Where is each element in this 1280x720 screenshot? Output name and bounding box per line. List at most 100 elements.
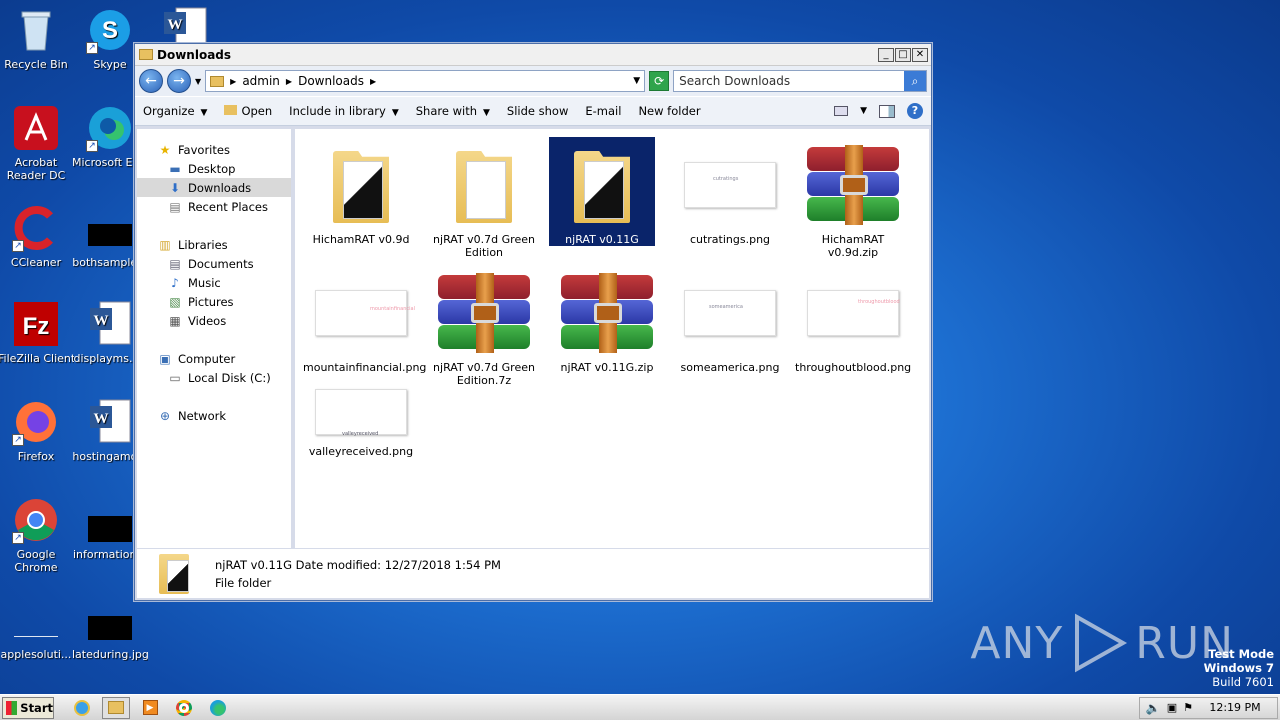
minimize-button[interactable]: _	[878, 47, 894, 62]
acrobat-icon	[12, 104, 60, 152]
taskbar-edge[interactable]	[204, 697, 232, 719]
volume-icon[interactable]: 🔈	[1146, 701, 1161, 715]
help-icon[interactable]: ?	[907, 103, 923, 119]
recent-pages-chevron-icon[interactable]: ▼	[195, 77, 201, 86]
desktop-icon-acrobat[interactable]: Acrobat Reader DC	[0, 104, 74, 182]
file-item-png[interactable]: mountainfinancial mountainfinancial.png	[303, 265, 426, 374]
nav-documents[interactable]: ▤ Documents	[137, 254, 291, 273]
start-label: Start	[20, 700, 53, 715]
file-item-archive[interactable]: njRAT v0.7d Green Edition.7z	[426, 265, 542, 387]
desktop-icon-ccleaner[interactable]: ↗ CCleaner	[0, 204, 74, 269]
dropdown-arrow-icon: ▼	[391, 108, 399, 118]
downloads-folder-icon: ⬇	[169, 180, 181, 195]
file-item-folder[interactable]: njRAT v0.7d Green Edition	[426, 137, 542, 259]
search-input[interactable]: Search Downloads ⌕	[673, 70, 927, 92]
nav-videos[interactable]: ▦ Videos	[137, 311, 291, 330]
new-folder-button[interactable]: New folder	[638, 104, 700, 118]
change-view-icon[interactable]	[834, 106, 849, 116]
folder-icon	[452, 147, 516, 223]
details-file-name: njRAT v0.11G	[215, 557, 292, 572]
address-dropdown-icon[interactable]: ▼	[633, 76, 640, 86]
nav-local-disk[interactable]: ▭ Local Disk (C:)	[137, 368, 291, 387]
desktop-icon-filezilla[interactable]: Fz FileZilla Client	[0, 300, 74, 365]
desktop-icon-lateduring[interactable]: lateduring.jpg	[72, 596, 148, 661]
file-item-png[interactable]: cutratings cutratings.png	[672, 137, 788, 246]
breadcrumb-admin[interactable]: admin	[242, 74, 280, 88]
watermark-text-left: ANY	[970, 617, 1064, 669]
file-item-folder-selected[interactable]: njRAT v0.11G	[549, 137, 655, 246]
share-with-button[interactable]: Share with ▼	[416, 104, 490, 118]
share-label: Share with	[415, 104, 477, 118]
file-item-folder[interactable]: HichamRAT v0.9d	[303, 137, 419, 246]
file-name: njRAT v0.11G.zip	[560, 361, 654, 374]
svg-text:W: W	[168, 17, 183, 33]
folder-icon	[139, 49, 153, 60]
taskbar-internet-explorer[interactable]	[68, 697, 96, 719]
nav-label: Music	[188, 275, 221, 290]
maximize-button[interactable]: □	[895, 47, 911, 62]
nav-libraries[interactable]: ▥ Libraries	[137, 235, 291, 254]
organize-button[interactable]: Organize ▼	[143, 104, 207, 118]
close-button[interactable]: ✕	[912, 47, 928, 62]
network-icon: ⊕	[159, 408, 171, 423]
desktop-icon-label: CCleaner	[10, 256, 62, 269]
organize-label: Organize	[143, 104, 195, 118]
preview-pane-icon[interactable]	[879, 104, 895, 118]
breadcrumb-separator-icon[interactable]: ▶	[286, 77, 292, 86]
nav-recent-places[interactable]: ▤ Recent Places	[137, 197, 291, 216]
clock[interactable]: 12:19 PM	[1199, 701, 1271, 714]
address-bar[interactable]: ▶ admin ▶ Downloads ▶ ▼	[205, 70, 646, 92]
folder-icon	[157, 552, 193, 596]
slide-show-button[interactable]: Slide show	[507, 104, 568, 118]
file-item-archive[interactable]: njRAT v0.11G.zip	[549, 265, 665, 374]
open-button[interactable]: Open	[224, 104, 272, 118]
nav-music[interactable]: ♪ Music	[137, 273, 291, 292]
shortcut-arrow-icon: ↗	[12, 532, 24, 544]
edge-icon	[210, 699, 226, 716]
svg-text:S: S	[102, 17, 118, 44]
chrome-icon	[176, 699, 192, 716]
title-bar[interactable]: Downloads _ □ ✕	[135, 44, 931, 66]
include-in-library-button[interactable]: Include in library ▼	[289, 104, 399, 118]
taskbar-media-player[interactable]: ▶	[136, 697, 164, 719]
back-button[interactable]: ←	[139, 69, 163, 93]
desktop-icon-chrome[interactable]: ↗ Google Chrome	[0, 496, 74, 574]
folder-icon	[210, 75, 225, 87]
details-modified-label: Date modified:	[295, 557, 382, 572]
forward-button[interactable]: →	[167, 69, 191, 93]
taskbar-file-explorer[interactable]	[102, 696, 130, 719]
skype-icon: S ↗	[86, 6, 134, 54]
desktop-icon-applesoluti[interactable]: applesoluti...	[0, 596, 74, 661]
desktop-icon-recycle-bin[interactable]: Recycle Bin	[0, 6, 74, 71]
email-button[interactable]: E-mail	[585, 104, 621, 118]
play-logo-icon	[1075, 613, 1128, 673]
folder-open-icon	[224, 105, 238, 115]
nav-pictures[interactable]: ▧ Pictures	[137, 292, 291, 311]
view-options-chevron-icon[interactable]: ▼	[860, 106, 867, 116]
desktop-icon-firefox[interactable]: ↗ Firefox	[0, 398, 74, 463]
nav-computer[interactable]: ▣ Computer	[137, 349, 291, 368]
nav-downloads[interactable]: ⬇ Downloads	[137, 178, 291, 197]
nav-network[interactable]: ⊕ Network	[137, 406, 291, 425]
file-item-archive[interactable]: HichamRAT v0.9d.zip	[795, 137, 911, 259]
network-status-icon[interactable]: ▣	[1167, 701, 1177, 714]
search-icon[interactable]: ⌕	[904, 71, 926, 91]
start-button[interactable]: Start	[2, 696, 54, 719]
nav-label: Videos	[188, 313, 227, 328]
file-item-png[interactable]: valleyreceived valleyreceived.png	[303, 379, 419, 458]
include-label: Include in library	[289, 104, 386, 118]
nav-desktop[interactable]: ▬ Desktop	[137, 159, 291, 178]
file-item-png[interactable]: throughoutblood throughoutblood.png	[795, 265, 911, 374]
action-center-flag-icon[interactable]: ⚑	[1183, 701, 1193, 714]
nav-favorites[interactable]: ★ Favorites	[137, 140, 291, 159]
refresh-button[interactable]: ⟳	[649, 71, 670, 91]
breadcrumb-separator-icon[interactable]: ▶	[230, 77, 236, 86]
taskbar-chrome[interactable]	[170, 697, 198, 719]
breadcrumb-separator-icon[interactable]: ▶	[370, 77, 376, 86]
file-item-png[interactable]: someamerica someamerica.png	[672, 265, 788, 374]
breadcrumb-downloads[interactable]: Downloads	[298, 74, 364, 88]
file-name: someamerica.png	[680, 361, 780, 374]
file-name: njRAT v0.7d Green Edition.7z	[433, 361, 535, 387]
build-line: Build 7601	[1212, 675, 1274, 689]
explorer-window[interactable]: Downloads _ □ ✕ ← → ▼ ▶ admin ▶ Download…	[134, 43, 932, 601]
